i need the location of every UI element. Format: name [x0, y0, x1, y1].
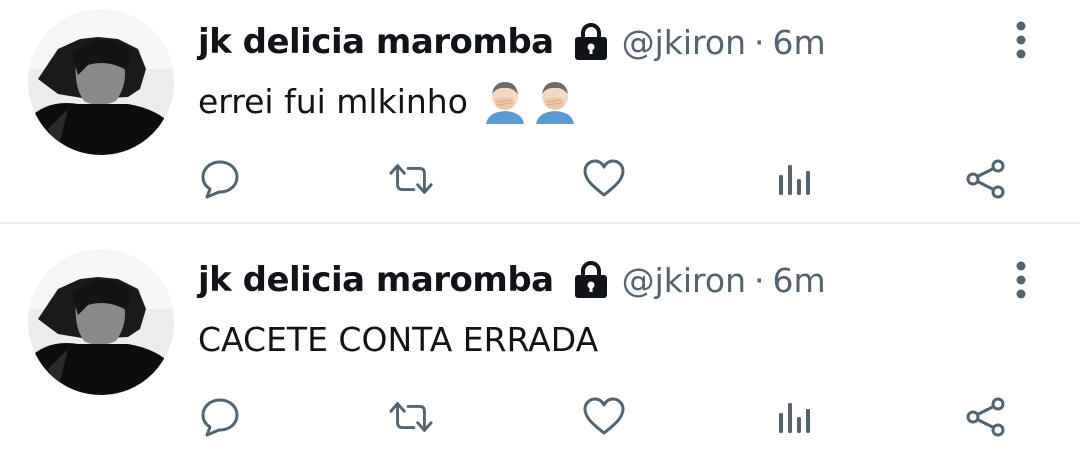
share-icon[interactable] [963, 394, 1009, 440]
more-options-icon[interactable] [1008, 258, 1034, 302]
handle[interactable]: @jkiron [622, 23, 746, 62]
tweet-header: jk delicia maromba @jkiron · 6m [198, 17, 826, 67]
tweet-actions [0, 156, 1080, 202]
analytics-icon[interactable] [772, 394, 818, 440]
lock-icon [572, 22, 610, 62]
avatar[interactable] [28, 249, 174, 395]
display-name[interactable]: jk delicia maromba [198, 22, 554, 62]
display-name[interactable]: jk delicia maromba [198, 260, 554, 300]
analytics-icon[interactable] [772, 156, 818, 202]
retweet-icon[interactable] [388, 156, 434, 202]
tweet-body: errei fui mlkinho [198, 81, 468, 121]
like-icon[interactable] [581, 156, 627, 202]
separator: · [754, 22, 765, 62]
share-icon[interactable] [963, 156, 1009, 202]
tweet-text: errei fui mlkinho [198, 78, 578, 124]
man-facepalming-icon [532, 78, 578, 124]
timestamp[interactable]: 6m [773, 261, 826, 300]
lock-icon [572, 260, 610, 300]
tweet-body: CACETE CONTA ERRADA [198, 319, 599, 359]
like-icon[interactable] [581, 394, 627, 440]
reply-icon[interactable] [197, 156, 243, 202]
tweet-actions [0, 394, 1080, 440]
retweet-icon[interactable] [388, 394, 434, 440]
avatar[interactable] [28, 9, 174, 155]
tweet[interactable]: jk delicia maromba @jkiron · 6m errei fu… [0, 0, 1080, 222]
tweet-text: CACETE CONTA ERRADA [198, 316, 598, 362]
more-options-icon[interactable] [1008, 18, 1034, 62]
tweet[interactable]: jk delicia maromba @jkiron · 6m CACETE C… [0, 224, 1080, 458]
timestamp[interactable]: 6m [773, 23, 826, 62]
tweet-header: jk delicia maromba @jkiron · 6m [198, 255, 826, 305]
reply-icon[interactable] [197, 394, 243, 440]
separator: · [754, 260, 765, 300]
handle[interactable]: @jkiron [622, 261, 746, 300]
man-facepalming-icon [482, 78, 528, 124]
